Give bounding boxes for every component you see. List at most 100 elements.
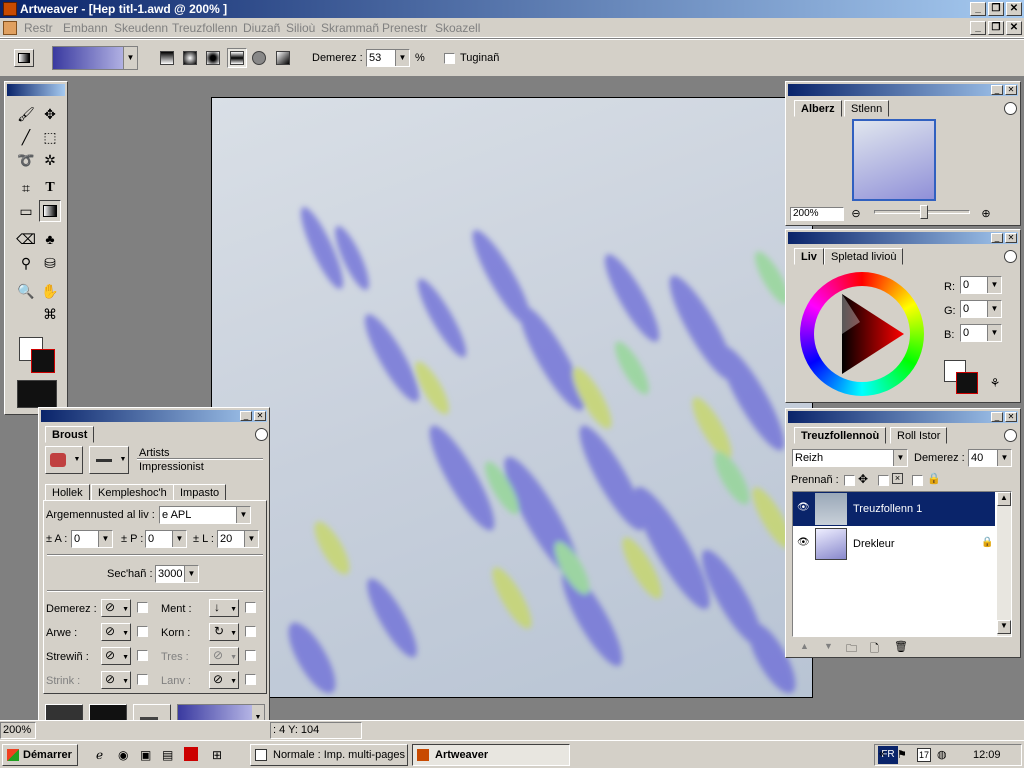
- brush-icon[interactable]: 🖌: [15, 103, 37, 125]
- document-icon[interactable]: [3, 21, 17, 35]
- start-button[interactable]: Démarrer: [2, 744, 78, 766]
- tab-advanced[interactable]: Kempleshoc'h: [91, 484, 174, 501]
- gradient-icon[interactable]: [39, 200, 61, 222]
- panel-close-button[interactable]: ✕: [1005, 85, 1017, 95]
- p-combo[interactable]: 0 ▼: [145, 530, 187, 548]
- hand-icon[interactable]: ✋: [39, 280, 61, 302]
- tab-impasto[interactable]: Impasto: [173, 484, 227, 501]
- app-icon[interactable]: [3, 2, 17, 16]
- fill-dyn-checkbox[interactable]: [245, 674, 256, 685]
- blend-mode-combo[interactable]: Reizh ▼: [792, 449, 908, 467]
- clone-stamp-icon[interactable]: ♣: [39, 228, 61, 250]
- tab-swatches[interactable]: Spletad livioù: [824, 248, 904, 265]
- lock-pixels-checkbox[interactable]: [878, 475, 889, 486]
- tray-expand-icon[interactable]: «: [879, 748, 885, 760]
- spiral-gradient-icon[interactable]: [252, 51, 266, 65]
- move-icon[interactable]: ✥: [39, 103, 61, 125]
- restore-button[interactable]: ❐: [988, 2, 1004, 16]
- jitter-dyn-checkbox[interactable]: [137, 674, 148, 685]
- media-icon[interactable]: ◉: [118, 748, 128, 762]
- brush-category-button[interactable]: ▼: [45, 446, 83, 474]
- tray-network-icon[interactable]: ◍: [937, 748, 947, 761]
- navigator-zoom-field[interactable]: 200%: [790, 207, 844, 221]
- panel-menu-icon[interactable]: [255, 428, 268, 441]
- taskbar-item-active[interactable]: Artweaver: [412, 744, 570, 766]
- paint-bucket-icon[interactable]: ⛁: [39, 252, 61, 274]
- app-shortcut-icon[interactable]: ⊞: [212, 748, 222, 762]
- lock-transparency-checkbox[interactable]: [844, 475, 855, 486]
- menu-item[interactable]: Diuzañ: [243, 21, 280, 35]
- move-down-icon[interactable]: ▼: [824, 641, 833, 651]
- reflected-gradient-icon[interactable]: [227, 48, 247, 68]
- scatter-dyn-checkbox[interactable]: [137, 650, 148, 661]
- size-dyn-checkbox[interactable]: [245, 602, 256, 613]
- panel-menu-icon[interactable]: [1004, 102, 1017, 115]
- grid-icon[interactable]: ⌘: [39, 303, 61, 325]
- app-shortcut-icon[interactable]: [184, 747, 198, 761]
- menu-item[interactable]: Skoazell: [435, 21, 480, 35]
- panel-menu-icon[interactable]: [1004, 429, 1017, 442]
- eraser-icon[interactable]: ⌫: [15, 228, 37, 250]
- eye-icon[interactable]: 👁: [797, 502, 810, 513]
- layers-scrollbar[interactable]: ▲ ▼: [997, 492, 1011, 636]
- stroke-dyn-button[interactable]: ⊘ ▼: [209, 647, 239, 665]
- panel-close-button[interactable]: ✕: [254, 411, 266, 421]
- menu-item[interactable]: Silioù: [286, 21, 315, 35]
- taskbar-item[interactable]: Normale : Imp. multi-pages: [250, 744, 408, 766]
- brush-titlebar[interactable]: _ ✕: [41, 410, 267, 422]
- drying-combo[interactable]: 3000 ▼: [155, 565, 199, 583]
- folder-icon[interactable]: 🗀: [846, 640, 857, 659]
- new-layer-icon[interactable]: 🗋: [870, 640, 879, 659]
- size-dyn-button[interactable]: ↓ ▼: [209, 599, 239, 617]
- doc-close-button[interactable]: ✕: [1006, 21, 1022, 35]
- b-combo[interactable]: 0 ▼: [960, 324, 1002, 342]
- color-variability-combo[interactable]: e APL ▼: [159, 506, 251, 524]
- panel-minimize-button[interactable]: _: [240, 411, 252, 421]
- transparency-checkbox[interactable]: [444, 53, 455, 64]
- scroll-up-button[interactable]: ▲: [997, 492, 1011, 506]
- crop-icon[interactable]: ⌗: [15, 177, 37, 199]
- shape-dyn-button[interactable]: ⊘ ▼: [101, 623, 131, 641]
- text-icon[interactable]: T: [39, 177, 61, 199]
- g-combo[interactable]: 0 ▼: [960, 300, 1002, 318]
- panel-minimize-button[interactable]: _: [991, 233, 1003, 243]
- l-combo[interactable]: 20 ▼: [217, 530, 259, 548]
- background-color[interactable]: [31, 349, 55, 373]
- layer-row[interactable]: 👁 Treuzfollenn 1: [793, 492, 995, 526]
- ie-icon[interactable]: ℯ: [96, 748, 103, 762]
- color-sampler-icon[interactable]: ⚘: [986, 374, 1004, 392]
- opacity-combo[interactable]: 53 ▼: [366, 49, 410, 67]
- zoom-icon[interactable]: 🔍: [15, 280, 37, 302]
- brush-preset-icon[interactable]: [17, 380, 57, 408]
- tab-color[interactable]: Liv: [794, 248, 824, 265]
- eyedropper-icon[interactable]: ⚲: [15, 252, 37, 274]
- tab-navigator[interactable]: Alberz: [794, 100, 842, 117]
- magic-wand-icon[interactable]: ✲: [39, 149, 61, 171]
- zoom-out-icon[interactable]: ⊖: [848, 203, 864, 223]
- menu-item[interactable]: Skeudenn: [114, 21, 168, 35]
- opacity-dyn-checkbox[interactable]: [137, 602, 148, 613]
- trash-icon[interactable]: 🗑: [894, 640, 908, 653]
- line-icon[interactable]: ╱: [15, 126, 37, 148]
- brush-variant-button[interactable]: ▼: [89, 446, 129, 474]
- square-gradient-icon[interactable]: [206, 51, 220, 65]
- lasso-icon[interactable]: ➰: [15, 149, 37, 171]
- panel-minimize-button[interactable]: _: [991, 85, 1003, 95]
- shape-dyn-checkbox[interactable]: [137, 626, 148, 637]
- canvas[interactable]: [211, 97, 813, 698]
- panel-minimize-button[interactable]: _: [991, 412, 1003, 422]
- rectangle-select-icon[interactable]: ⬚: [39, 126, 61, 148]
- panel-close-button[interactable]: ✕: [1005, 233, 1017, 243]
- panel-close-button[interactable]: ✕: [1005, 412, 1017, 422]
- clock[interactable]: 12:09: [973, 749, 1001, 761]
- panel-menu-icon[interactable]: [1004, 250, 1017, 263]
- jitter-dyn-button[interactable]: ⊘ ▼: [101, 671, 131, 689]
- angle-dyn-checkbox[interactable]: [245, 626, 256, 637]
- diamond-gradient-icon[interactable]: [276, 51, 290, 65]
- a-combo[interactable]: 0 ▼: [71, 530, 113, 548]
- tab-general[interactable]: Hollek: [45, 484, 90, 501]
- app-shortcut-icon[interactable]: ▤: [162, 748, 173, 762]
- menu-item[interactable]: Embann: [63, 21, 108, 35]
- navigator-titlebar[interactable]: _ ✕: [788, 84, 1018, 96]
- menu-item[interactable]: Skrammañ: [321, 21, 379, 35]
